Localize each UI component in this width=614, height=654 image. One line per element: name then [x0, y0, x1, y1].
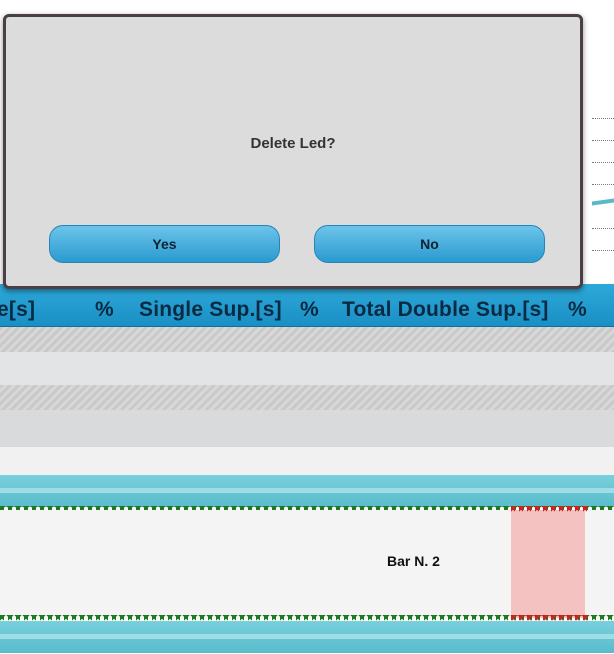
chart-gridline: [592, 162, 614, 163]
chart-gridline: [592, 118, 614, 119]
background-chart-strip: [585, 0, 614, 290]
chart-gridline: [592, 228, 614, 229]
selected-led-highlight[interactable]: [511, 510, 585, 618]
table-row: [0, 410, 614, 447]
column-header: Total Double Sup.[s]: [342, 298, 549, 321]
column-header: %: [95, 298, 114, 321]
yes-button[interactable]: Yes: [49, 225, 280, 263]
table-row: [0, 352, 614, 385]
column-header: e[s]: [0, 298, 36, 321]
column-header: %: [568, 298, 587, 321]
dialog-message: Delete Led?: [250, 135, 336, 152]
timeline-bar: [0, 621, 614, 653]
confirm-dialog: Delete Led? Yes No: [3, 14, 583, 289]
table-header: e[s] % Single Sup.[s] % Total Double Sup…: [0, 284, 614, 327]
no-button[interactable]: No: [314, 225, 545, 263]
table-row: [0, 447, 614, 475]
chart-gridline: [592, 140, 614, 141]
bar-label: Bar N. 2: [387, 553, 440, 569]
table-row: [0, 385, 614, 410]
chart-gridline: [592, 250, 614, 251]
table-row: [0, 327, 614, 352]
tick-marks-highlight-top: [511, 506, 588, 512]
column-header: Single Sup.[s]: [139, 298, 282, 321]
column-header: %: [300, 298, 319, 321]
timeline-bar: [0, 475, 614, 507]
chart-gridline: [592, 184, 614, 185]
